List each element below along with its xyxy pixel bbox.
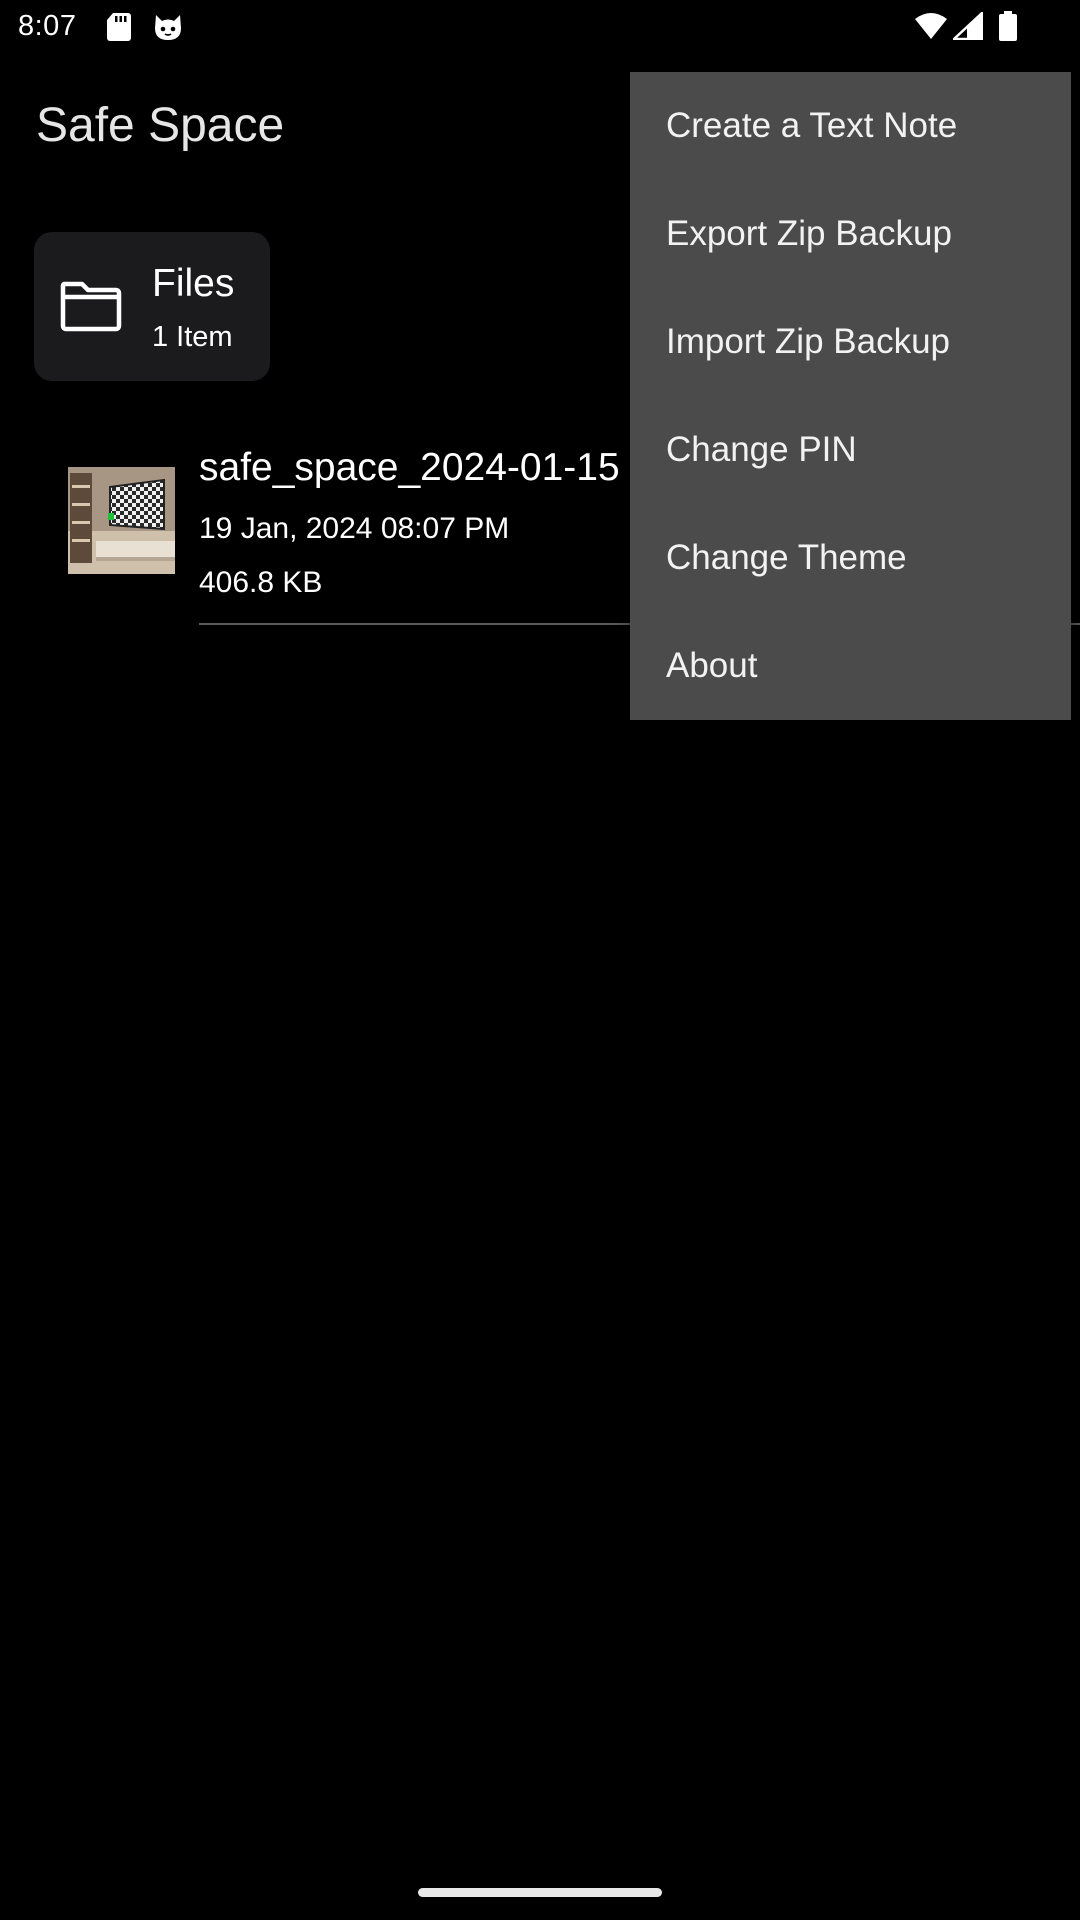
menu-item-export-zip-backup[interactable]: Export Zip Backup bbox=[630, 180, 1071, 288]
wifi-icon bbox=[914, 12, 948, 45]
menu-item-import-zip-backup[interactable]: Import Zip Backup bbox=[630, 288, 1071, 396]
app-title: Safe Space bbox=[36, 99, 285, 152]
menu-item-change-theme[interactable]: Change Theme bbox=[630, 504, 1071, 612]
overflow-menu: Create a Text Note Export Zip Backup Imp… bbox=[630, 72, 1071, 720]
battery-icon bbox=[998, 11, 1018, 46]
file-size: 406.8 KB bbox=[199, 566, 323, 599]
menu-item-create-text-note[interactable]: Create a Text Note bbox=[630, 72, 1071, 180]
folder-name: Files bbox=[152, 262, 235, 305]
image-thumbnail bbox=[68, 467, 175, 574]
file-date: 19 Jan, 2024 08:07 PM bbox=[199, 512, 510, 545]
menu-item-about[interactable]: About bbox=[630, 612, 1071, 720]
sd-card-icon bbox=[106, 12, 132, 47]
folder-card-files[interactable]: Files 1 Item bbox=[34, 232, 270, 381]
folder-icon bbox=[60, 280, 122, 337]
signal-icon bbox=[952, 11, 984, 45]
cat-notification-icon bbox=[152, 12, 184, 47]
gesture-nav-handle[interactable] bbox=[418, 1888, 662, 1897]
status-time: 8:07 bbox=[18, 10, 77, 42]
menu-item-change-pin[interactable]: Change PIN bbox=[630, 396, 1071, 504]
status-bar: 8:07 bbox=[0, 0, 1080, 54]
file-name: safe_space_2024-01-15 bbox=[199, 446, 620, 489]
folder-item-count: 1 Item bbox=[152, 321, 233, 353]
